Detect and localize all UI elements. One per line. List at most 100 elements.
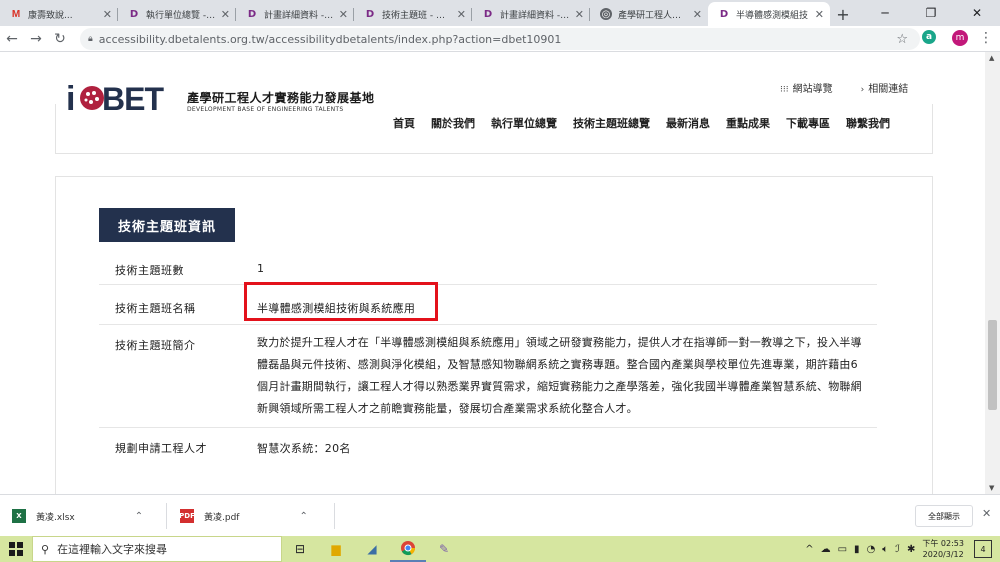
reload-icon[interactable]: ↻ [48, 27, 72, 51]
browser-tab[interactable]: D 計畫詳細資料 - 產 ✕ [472, 2, 590, 26]
close-window-icon[interactable]: ✕ [954, 0, 1000, 26]
volume-icon[interactable]: 🔈︎ [882, 544, 888, 555]
settings-icon[interactable]: ✱ [907, 544, 915, 555]
chrome-icon[interactable] [390, 536, 426, 562]
browser-menu-icon[interactable]: ⋮ [978, 28, 994, 48]
clock-time: 下午 02:53 [922, 539, 964, 548]
site-map-label[interactable]: 網站導覽 [793, 84, 833, 95]
show-all-button[interactable]: 全部顯示 [915, 505, 973, 527]
dbet-icon: D [483, 8, 493, 20]
lock-icon[interactable]: 🔒︎ [88, 34, 93, 44]
download-filename[interactable]: 黃凌.pdf [204, 510, 239, 523]
scroll-thumb[interactable] [988, 320, 997, 410]
tab-title: 執行單位總覽 - 產 [146, 10, 217, 21]
section-title: 技術主題班資訊 [99, 208, 235, 242]
tab-title: 康壽致說... [28, 10, 73, 21]
count-value: 1 [257, 262, 265, 275]
site-map-link[interactable]: ⁝⁝⁝ 網站導覽 [780, 80, 847, 95]
row-divider [99, 284, 877, 285]
browser-toolbar: ← → ↻ 🔒︎ accessibility.dbetalents.org.tw… [0, 26, 1000, 52]
extension-icon[interactable]: a [922, 30, 936, 44]
close-tab-icon[interactable]: ✕ [457, 8, 466, 21]
download-item[interactable]: PDF 黃凌.pdf ⌃ [179, 495, 308, 537]
browser-tab[interactable]: ◎ 產學研工程人才實 ✕ [590, 2, 708, 26]
count-label: 技術主題班數 [115, 264, 184, 277]
chevron-up-icon[interactable]: ⌃ [135, 511, 143, 522]
pdf-file-icon: PDF [179, 509, 195, 523]
tab-title: 計畫詳細資料 - 產 [264, 10, 335, 21]
url-text[interactable]: accessibility.dbetalents.org.tw/accessib… [99, 33, 562, 46]
tab-title: 計畫詳細資料 - 產 [500, 10, 571, 21]
dbet-icon: D [719, 8, 729, 20]
browser-tab-active[interactable]: D 半導體感測模組技 ✕ [708, 2, 830, 26]
file-explorer-icon[interactable]: ▆ [318, 536, 354, 562]
windows-start-icon[interactable] [0, 536, 32, 562]
page-scrollbar[interactable]: ▲ ▼ [985, 52, 1000, 494]
download-shelf: X 黃凌.xlsx ⌃ PDF 黃凌.pdf ⌃ 全部顯示 ✕ [0, 494, 1000, 536]
browser-tab-strip: M 康壽致說... ✕ D 執行單位總覽 - 產 ✕ D 計畫詳細資料 - 產 ✕ D 技術主… [0, 0, 1000, 26]
close-tab-icon[interactable]: ✕ [339, 8, 348, 21]
bookmark-star-icon[interactable]: ☆ [896, 32, 908, 47]
row-divider [99, 427, 877, 428]
dbet-icon: D [129, 8, 139, 20]
related-links-label[interactable]: 相關連結 [868, 84, 908, 95]
close-tab-icon[interactable]: ✕ [815, 8, 824, 21]
close-tab-icon[interactable]: ✕ [693, 8, 702, 21]
task-view-icon[interactable]: ⊟ [282, 536, 318, 562]
chevron-right-icon: › [860, 85, 865, 95]
browser-tab[interactable]: D 計畫詳細資料 - 產 ✕ [236, 2, 354, 26]
ime-icon[interactable]: ℐ [895, 544, 900, 555]
taskbar-search[interactable]: ⚲ 在這裡輸入文字來搜尋 [32, 536, 282, 562]
new-tab-button[interactable]: + [830, 2, 856, 26]
related-links-link[interactable]: › 相關連結 [861, 80, 923, 95]
close-tab-icon[interactable]: ✕ [575, 8, 584, 21]
row-divider [99, 324, 877, 325]
battery-icon[interactable]: ▮ [854, 544, 860, 555]
gmail-icon: M [11, 8, 21, 20]
forward-icon[interactable]: → [24, 27, 48, 51]
grid-dots-icon: ⁝⁝⁝ [780, 85, 789, 95]
browser-tab[interactable]: D 執行單位總覽 - 產 ✕ [118, 2, 236, 26]
restore-icon[interactable]: ❐ [908, 0, 954, 26]
close-tab-icon[interactable]: ✕ [103, 8, 112, 21]
window-controls: ─ ❐ ✕ [862, 0, 1000, 26]
wifi-icon[interactable]: ◔ [867, 544, 876, 555]
close-shelf-icon[interactable]: ✕ [982, 507, 991, 520]
download-item[interactable]: X 黃凌.xlsx ⌃ [12, 495, 143, 537]
plan-label: 規劃申請工程人才 [115, 442, 207, 455]
notification-icon[interactable]: 4 [974, 540, 992, 558]
intro-label: 技術主題班簡介 [115, 339, 196, 352]
clock-date: 2020/3/12 [922, 550, 964, 559]
search-icon: ⚲ [41, 542, 50, 556]
scroll-up-icon[interactable]: ▲ [989, 54, 994, 62]
network-icon[interactable]: ▭ [838, 544, 847, 555]
page-viewport: i BET 產學研工程人才實務能力發展基地 DEVELOPMENT BASE O… [0, 52, 1000, 494]
tab-title: 產學研工程人才實 [618, 10, 689, 21]
globe-icon: ◎ [600, 8, 612, 20]
intro-value: 致力於提升工程人才在「半導體感測模組與系統應用」領域之研發實務能力，提供人才在指… [257, 336, 862, 415]
system-tray: ^ ☁ ▭ ▮ ◔ 🔈︎ ℐ ✱ 下午 02:53 2020/3/12 4 [805, 536, 1000, 562]
address-bar[interactable]: 🔒︎ accessibility.dbetalents.org.tw/acces… [80, 28, 920, 50]
clock[interactable]: 下午 02:53 2020/3/12 [922, 538, 964, 560]
cloud-icon[interactable]: ☁ [821, 544, 831, 555]
close-tab-icon[interactable]: ✕ [221, 8, 230, 21]
chevron-up-icon[interactable]: ⌃ [299, 511, 307, 522]
back-icon[interactable]: ← [0, 27, 24, 51]
paint-icon[interactable]: ✎ [426, 536, 462, 562]
windows-taskbar: ⚲ 在這裡輸入文字來搜尋 ⊟ ▆ ◢ ✎ ^ ☁ ▭ ▮ ◔ 🔈︎ ℐ ✱ 下午… [0, 536, 1000, 562]
profile-avatar[interactable]: m [952, 30, 968, 46]
utility-links: ⁝⁝⁝ 網站導覽 › 相關連結 [780, 80, 936, 95]
name-label: 技術主題班名稱 [115, 302, 196, 315]
excel-file-icon: X [12, 509, 26, 523]
browser-tab[interactable]: M 康壽致說... ✕ [0, 2, 118, 26]
app-icon[interactable]: ◢ [354, 536, 390, 562]
scroll-down-icon[interactable]: ▼ [989, 484, 994, 492]
minimize-icon[interactable]: ─ [862, 0, 908, 26]
chevron-up-icon[interactable]: ^ [805, 544, 813, 555]
tab-title: 技術主題班 - 產學 [382, 10, 453, 21]
download-filename[interactable]: 黃凌.xlsx [36, 510, 75, 523]
highlight-box [244, 282, 438, 321]
search-placeholder[interactable]: 在這裡輸入文字來搜尋 [57, 541, 167, 557]
browser-tab[interactable]: D 技術主題班 - 產學 ✕ [354, 2, 472, 26]
header-frame [55, 104, 933, 154]
